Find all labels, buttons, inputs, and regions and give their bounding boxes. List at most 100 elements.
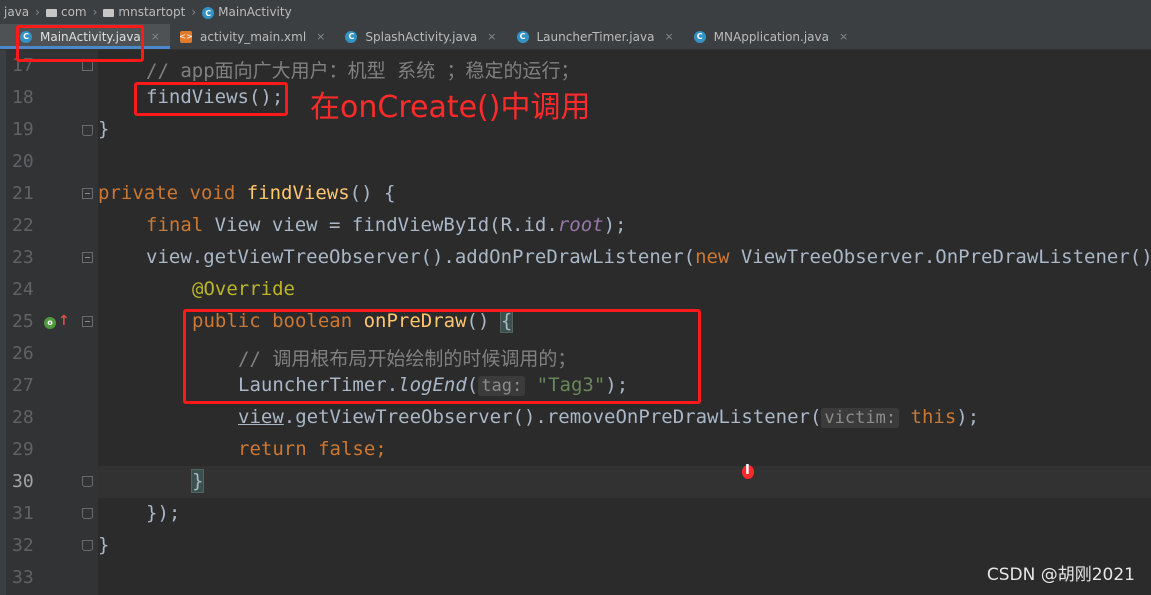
fold-marker-icon[interactable]	[82, 252, 93, 263]
line-number: 25	[12, 311, 34, 332]
matched-brace: }	[190, 469, 205, 493]
line-number: 24	[12, 279, 34, 300]
fold-marker-icon[interactable]	[82, 540, 93, 551]
code-line: 21 private void findViews() {	[0, 178, 1151, 210]
highlight-box-onpredraw	[183, 309, 701, 404]
code-line: 33	[0, 562, 1151, 594]
line-number: 18	[12, 87, 34, 108]
code-token: );	[956, 406, 980, 428]
code-text: return false;	[238, 438, 387, 460]
code-text: });	[146, 502, 181, 524]
annotation-label: 在onCreate()中调用	[310, 90, 591, 125]
class-icon: C	[202, 7, 215, 20]
override-gutter-marker[interactable]: o ↑	[44, 313, 70, 329]
fold-marker-icon[interactable]	[82, 188, 93, 199]
fold-marker-icon[interactable]	[82, 476, 93, 487]
parameter-hint: victim:	[821, 408, 900, 428]
class-icon: C	[516, 30, 529, 43]
line-number: 30	[12, 471, 34, 492]
breadcrumb-label: mnstartopt	[118, 5, 186, 19]
chevron-right-icon: ›	[35, 5, 40, 19]
code-token: );	[603, 214, 627, 236]
code-line: 30 }	[0, 466, 1151, 498]
fold-marker-icon[interactable]	[82, 125, 93, 136]
line-number: 32	[12, 535, 34, 556]
code-text: view.getViewTreeObserver().addOnPreDrawL…	[146, 246, 1151, 268]
line-number: 21	[12, 183, 34, 204]
code-line: 17 // app面向广大用户：机型 系统 ；稳定的运行；	[0, 50, 1151, 82]
tab-splashactivity-java[interactable]: C SplashActivity.java ×	[335, 24, 506, 49]
keyword: this	[910, 406, 957, 428]
line-number: 33	[12, 567, 34, 588]
folder-icon	[45, 8, 57, 17]
code-token: view.getViewTreeObserver().addOnPreDrawL…	[146, 246, 696, 268]
highlight-box-findviews-call	[134, 82, 288, 116]
line-number: 31	[12, 503, 34, 524]
keyword: new	[695, 246, 741, 268]
code-line: 28 view.getViewTreeObserver().removeOnPr…	[0, 402, 1151, 434]
breadcrumb-item-com[interactable]: com	[45, 5, 87, 19]
code-token: view	[238, 406, 284, 428]
field-name: root	[557, 214, 604, 236]
close-icon[interactable]: ×	[487, 30, 496, 43]
code-line: 31 });	[0, 498, 1151, 530]
code-line: 23 view.getViewTreeObserver().addOnPreDr…	[0, 242, 1151, 274]
close-icon[interactable]: ×	[316, 30, 325, 43]
line-number: 28	[12, 407, 34, 428]
tab-launchertimer-java[interactable]: C LauncherTimer.java ×	[507, 24, 684, 49]
code-line: 22 final View view = findViewById(R.id.r…	[0, 210, 1151, 242]
tab-label: SplashActivity.java	[365, 29, 478, 44]
close-icon[interactable]: ×	[664, 30, 673, 43]
text-cursor-icon	[742, 463, 754, 479]
line-number: 23	[12, 247, 34, 268]
fold-marker-icon[interactable]	[82, 316, 93, 327]
editor-tab-bar: C MainActivity.java × <> activity_main.x…	[0, 24, 1151, 50]
code-text: view.getViewTreeObserver().removeOnPreDr…	[238, 406, 979, 428]
breadcrumb-item-java[interactable]: java	[4, 5, 29, 19]
keyword: return false	[238, 438, 376, 460]
chevron-right-icon: ›	[191, 5, 197, 19]
code-text: }	[98, 534, 110, 556]
breadcrumb: java › com › mnstartopt › C MainActivity	[0, 0, 1151, 24]
line-number: 27	[12, 375, 34, 396]
code-token: ViewTreeObserver.OnPreDrawListener()	[740, 246, 1151, 268]
annotation-token: @Override	[192, 278, 295, 300]
xml-file-icon: <>	[179, 30, 193, 43]
highlight-box-active-tab	[16, 25, 144, 62]
code-comment: // app面向广大用户：机型 系统 ；稳定的运行；	[146, 60, 580, 82]
code-line: 29 return false;	[0, 434, 1151, 466]
tab-activity-main-xml[interactable]: <> activity_main.xml ×	[170, 24, 335, 49]
code-token: ;	[375, 438, 387, 460]
code-token: () {	[349, 182, 396, 204]
method-name: findViews	[246, 182, 350, 204]
breadcrumb-label: com	[60, 5, 87, 19]
tab-label: LauncherTimer.java	[536, 29, 655, 44]
breadcrumb-item-mainactivity[interactable]: C MainActivity	[202, 5, 292, 20]
line-number: 29	[12, 439, 34, 460]
code-line: 20	[0, 146, 1151, 178]
code-line: 24 @Override	[0, 274, 1151, 306]
tab-mnapplication-java[interactable]: C MNApplication.java ×	[684, 24, 859, 49]
code-text: private void findViews() {	[98, 182, 395, 204]
line-number: 22	[12, 215, 34, 236]
keyword: private void	[98, 182, 247, 204]
class-icon: C	[693, 30, 706, 43]
close-icon[interactable]: ×	[839, 30, 848, 43]
code-token: .getViewTreeObserver().removeOnPreDrawLi…	[283, 406, 822, 428]
override-method-icon[interactable]: o	[44, 316, 56, 329]
breadcrumb-item-mnstartopt[interactable]: mnstartopt	[103, 5, 185, 19]
line-number: 26	[12, 343, 34, 364]
watermark: CSDN @胡刚2021	[986, 565, 1135, 585]
line-number: 19	[12, 119, 34, 140]
code-text: }	[98, 118, 110, 140]
close-icon[interactable]: ×	[151, 30, 160, 43]
tab-label: MNApplication.java	[713, 29, 829, 44]
code-token: View view = findViewById(R.id.	[214, 214, 558, 236]
code-line: 32 }	[0, 530, 1151, 562]
fold-marker-icon[interactable]	[82, 508, 93, 519]
keyword: final	[146, 214, 215, 236]
arrow-up-icon: ↑	[58, 313, 70, 329]
breadcrumb-label: MainActivity	[218, 4, 292, 19]
tab-label: activity_main.xml	[200, 29, 307, 44]
folder-icon	[103, 8, 115, 17]
